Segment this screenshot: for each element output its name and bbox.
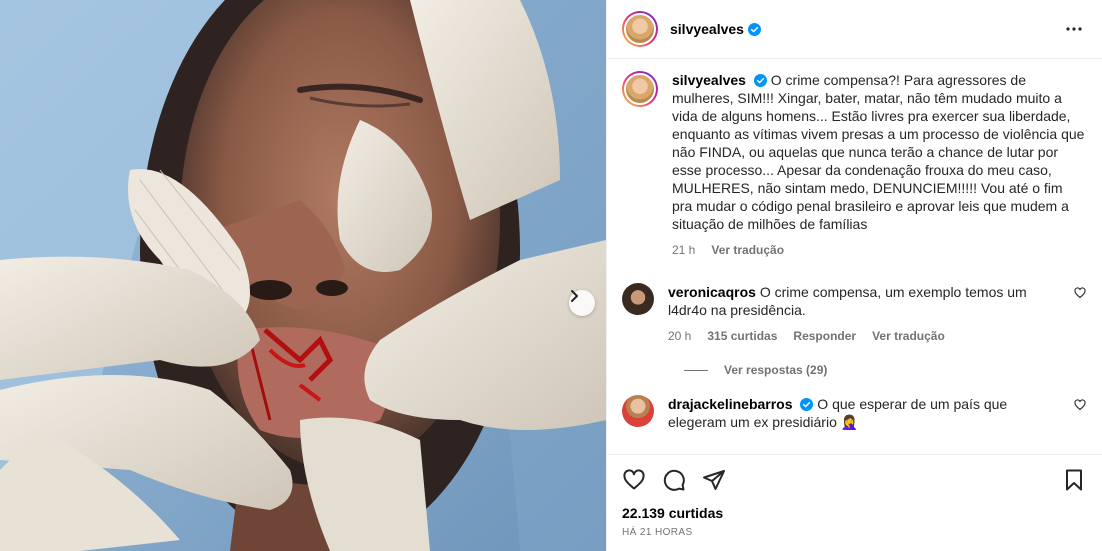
comment-icon [663, 469, 685, 491]
comment-item: veronicaqros O crime compensa, um exempl… [622, 283, 1086, 345]
comment-meta: 20 h 315 curtidas Responder Ver tradução [668, 327, 1066, 345]
post-timestamp[interactable]: HÁ 21 HORAS [622, 527, 1086, 538]
more-options-button[interactable] [1062, 17, 1086, 41]
view-replies-button[interactable]: Ver respostas (29) [684, 363, 1086, 377]
comment-username[interactable]: drajackelinebarros [668, 396, 793, 412]
comment-see-translation[interactable]: Ver tradução [872, 327, 945, 345]
surgery-photo-illustration [0, 0, 606, 551]
comment-like-heart-icon[interactable] [1074, 399, 1086, 411]
replies-divider [684, 369, 708, 371]
instagram-post-modal: silvyealves silvyealves O crime compensa… [0, 0, 1102, 551]
comment-button[interactable] [662, 468, 686, 492]
chevron-right-icon [571, 290, 578, 302]
view-replies-label: Ver respostas (29) [724, 363, 828, 377]
comment-item: drajackelinebarros O que esperar de um p… [622, 395, 1086, 431]
like-button[interactable] [622, 468, 646, 492]
post-actions-area: 22.139 curtidas HÁ 21 HORAS [607, 454, 1102, 551]
comment-time[interactable]: 20 h [668, 327, 691, 345]
caption-text: O crime compensa?! Para agressores de mu… [672, 72, 1085, 232]
post-side-panel: silvyealves silvyealves O crime compensa… [606, 0, 1102, 551]
comment-username[interactable]: veronicaqros [668, 284, 756, 300]
author-username[interactable]: silvyealves [670, 21, 744, 37]
share-button[interactable] [702, 468, 726, 492]
caption-author-avatar[interactable] [622, 71, 658, 107]
caption-username[interactable]: silvyealves [672, 72, 746, 88]
commenter-avatar[interactable] [622, 395, 654, 427]
author-avatar[interactable] [622, 11, 658, 47]
share-icon [703, 470, 725, 490]
comments-list[interactable]: silvyealves O crime compensa?! Para agre… [607, 59, 1102, 454]
comment-reply-button[interactable]: Responder [793, 327, 856, 345]
likes-count[interactable]: 22.139 curtidas [622, 505, 1086, 521]
save-button[interactable] [1062, 468, 1086, 492]
bookmark-icon [1066, 469, 1082, 491]
caption-see-translation[interactable]: Ver tradução [711, 241, 784, 259]
more-horizontal-icon [1066, 27, 1082, 31]
action-bar [622, 455, 1086, 505]
caption-meta: 21 h Ver tradução [672, 241, 1086, 259]
commenter-avatar[interactable] [622, 283, 654, 315]
post-photo [0, 0, 606, 551]
verified-badge-icon [747, 22, 761, 36]
comment-likes[interactable]: 315 curtidas [707, 327, 777, 345]
comment-like-heart-icon[interactable] [1074, 287, 1086, 299]
heart-icon [623, 469, 645, 490]
caption-time[interactable]: 21 h [672, 241, 695, 259]
next-media-button[interactable] [569, 290, 595, 316]
verified-badge-icon [753, 74, 767, 87]
post-caption: silvyealves O crime compensa?! Para agre… [622, 71, 1086, 259]
verified-badge-icon [800, 398, 814, 411]
post-header: silvyealves [607, 0, 1102, 59]
